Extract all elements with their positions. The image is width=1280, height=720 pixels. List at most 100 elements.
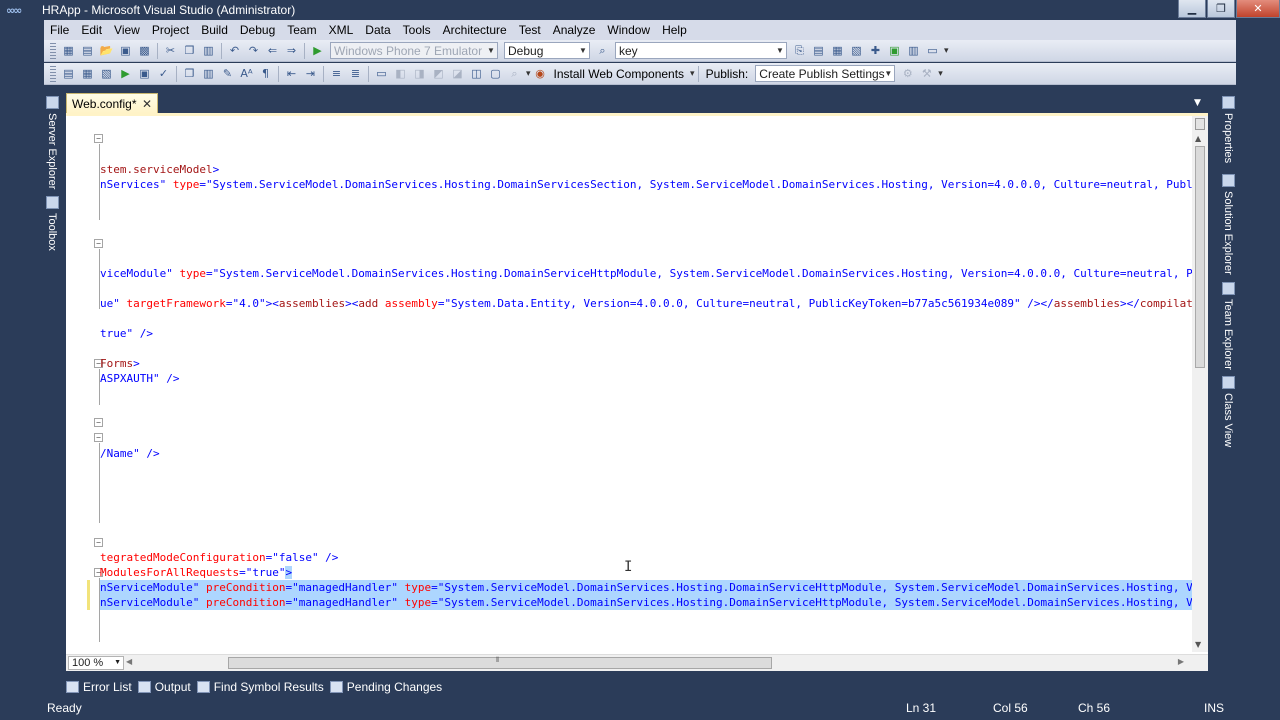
cut-icon[interactable]: ✂ (162, 43, 179, 59)
find-icon[interactable]: ⎘ (791, 43, 808, 59)
highlight-icon[interactable]: ✎ (219, 66, 236, 82)
scroll-up-icon[interactable]: ▲ (1195, 134, 1201, 143)
solution-explorer-tab[interactable]: Solution Explorer (1220, 172, 1236, 275)
extension-manager-icon[interactable]: ▥ (905, 43, 922, 59)
navigate-backward-icon[interactable]: ⇐ (264, 43, 281, 59)
redo-icon[interactable]: ↷ (245, 43, 262, 59)
menu-xml[interactable]: XML (323, 23, 360, 37)
code-text-area[interactable]: stem.serviceModel> nServices" type="Syst… (100, 116, 1192, 652)
copy-html-icon[interactable]: ❐ (181, 66, 198, 82)
close-tab-icon[interactable]: ✕ (142, 97, 152, 111)
paste-icon[interactable]: ▥ (200, 43, 217, 59)
vertical-scroll-thumb[interactable] (1195, 146, 1205, 368)
scroll-down-icon[interactable]: ▼ (1195, 640, 1201, 649)
tab-output[interactable]: Output (137, 680, 191, 694)
properties-tab[interactable]: Properties (1220, 94, 1236, 163)
copy-icon[interactable]: ❐ (181, 43, 198, 59)
close-window-button[interactable]: ✕ (1236, 0, 1280, 18)
save-icon[interactable]: ▣ (117, 43, 134, 59)
vertical-scrollbar[interactable]: ▲ ▼ (1192, 116, 1208, 652)
start-page-icon[interactable]: ▣ (886, 43, 903, 59)
horizontal-scroll-thumb[interactable] (228, 657, 772, 669)
solution-explorer-icon[interactable]: ▤ (810, 43, 827, 59)
validate-icon[interactable]: ✓ (155, 66, 172, 82)
tab-pending-changes[interactable]: Pending Changes (329, 680, 442, 694)
horizontal-scrollbar[interactable]: ◀ ⦀ ▶ (126, 656, 1192, 671)
install-web-components-icon[interactable]: ◉ (532, 66, 549, 82)
toolbar-grip[interactable] (50, 65, 56, 82)
publish-web-icon[interactable]: ⚙ (899, 66, 916, 82)
undo-icon[interactable]: ↶ (226, 43, 243, 59)
toolbar-overflow-icon[interactable]: ▾ (690, 69, 695, 79)
open-file-icon[interactable]: 📂 (98, 43, 115, 59)
install-web-components-button[interactable]: Install Web Components (550, 67, 689, 81)
menu-data[interactable]: Data (359, 23, 396, 37)
new-project-icon[interactable]: ▦ (60, 43, 77, 59)
toolbar-overflow-icon[interactable]: ▾ (938, 69, 943, 79)
zoom-select[interactable]: 100 % ▼ (68, 656, 124, 670)
menu-debug[interactable]: Debug (234, 23, 281, 37)
class-view-tab[interactable]: Class View (1220, 374, 1236, 447)
restore-button[interactable]: ❐ (1207, 0, 1235, 18)
document-tab-web-config[interactable]: Web.config* ✕ (66, 93, 158, 113)
format-document-icon[interactable]: ▤ (60, 66, 77, 82)
solution-configuration-select[interactable]: Debug ▼ (504, 42, 590, 59)
tab-error-list[interactable]: Error List (66, 680, 132, 694)
next-bookmark-folder-icon[interactable]: ◪ (449, 66, 466, 82)
font-size-icon[interactable]: Aᴬ (238, 66, 255, 82)
menu-architecture[interactable]: Architecture (437, 23, 513, 37)
scroll-right-icon[interactable]: ▶ (1178, 657, 1184, 666)
toolbar-overflow-icon[interactable]: ▾ (526, 69, 531, 79)
bookmark-icon[interactable]: ▭ (373, 66, 390, 82)
menu-tools[interactable]: Tools (397, 23, 437, 37)
prev-bookmark-folder-icon[interactable]: ◩ (430, 66, 447, 82)
navigate-forward-icon[interactable]: ⇒ (283, 43, 300, 59)
toolbar-grip[interactable] (50, 42, 56, 59)
prev-bookmark-icon[interactable]: ◧ (392, 66, 409, 82)
minimize-button[interactable]: ▁ (1178, 0, 1206, 18)
comment-icon[interactable]: ≡ (328, 66, 345, 82)
run-icon[interactable]: ▶ (117, 66, 134, 82)
team-explorer-tab[interactable]: Team Explorer (1220, 280, 1236, 370)
object-browser-icon[interactable]: ▧ (848, 43, 865, 59)
find-combo[interactable]: key ▼ (615, 42, 787, 59)
save-all-icon[interactable]: ▩ (136, 43, 153, 59)
command-window-icon[interactable]: ▭ (924, 43, 941, 59)
add-item-icon[interactable]: ▤ (79, 43, 96, 59)
paragraph-icon[interactable]: ¶ (257, 66, 274, 82)
properties-icon[interactable]: ▦ (829, 43, 846, 59)
check-icon[interactable]: ▣ (136, 66, 153, 82)
code-editor[interactable]: − − − − − − − stem.serviceModel> nServic… (66, 113, 1208, 671)
menu-window[interactable]: Window (601, 23, 656, 37)
menu-team[interactable]: Team (281, 23, 322, 37)
tab-find-symbol-results[interactable]: Find Symbol Results (196, 680, 324, 694)
clear-bookmarks-icon[interactable]: ◫ (468, 66, 485, 82)
increase-indent-icon[interactable]: ⇥ (302, 66, 319, 82)
decrease-indent-icon[interactable]: ⇤ (283, 66, 300, 82)
paste-html-icon[interactable]: ▥ (200, 66, 217, 82)
toggle-bookmark-icon[interactable]: ▢ (487, 66, 504, 82)
menu-help[interactable]: Help (656, 23, 693, 37)
server-explorer-tab[interactable]: Server Explorer (44, 94, 60, 189)
toolbox-icon[interactable]: ✚ (867, 43, 884, 59)
menu-analyze[interactable]: Analyze (547, 23, 602, 37)
find-bookmark-icon[interactable]: ⌕ (506, 66, 523, 82)
menu-view[interactable]: View (108, 23, 146, 37)
publish-settings-icon[interactable]: ⚒ (918, 66, 935, 82)
uncomment-icon[interactable]: ≣ (347, 66, 364, 82)
find-in-files-icon[interactable]: ⌕ (594, 43, 611, 59)
next-bookmark-icon[interactable]: ◨ (411, 66, 428, 82)
menu-edit[interactable]: Edit (75, 23, 108, 37)
target-device-select[interactable]: Windows Phone 7 Emulator ▼ (330, 42, 498, 59)
menu-project[interactable]: Project (146, 23, 195, 37)
start-debugging-icon[interactable]: ▶ (309, 43, 326, 59)
format-selection-icon[interactable]: ▦ (79, 66, 96, 82)
toolbox-tab[interactable]: Toolbox (44, 194, 60, 251)
menu-file[interactable]: File (44, 23, 75, 37)
active-files-dropdown-icon[interactable]: ▼ (1194, 98, 1201, 108)
toolbar-overflow-icon[interactable]: ▾ (944, 46, 949, 56)
publish-profile-select[interactable]: Create Publish Settings ▼ (755, 65, 896, 82)
splitter-handle[interactable] (1195, 118, 1205, 130)
outline-icon[interactable]: ▧ (98, 66, 115, 82)
menu-build[interactable]: Build (195, 23, 234, 37)
